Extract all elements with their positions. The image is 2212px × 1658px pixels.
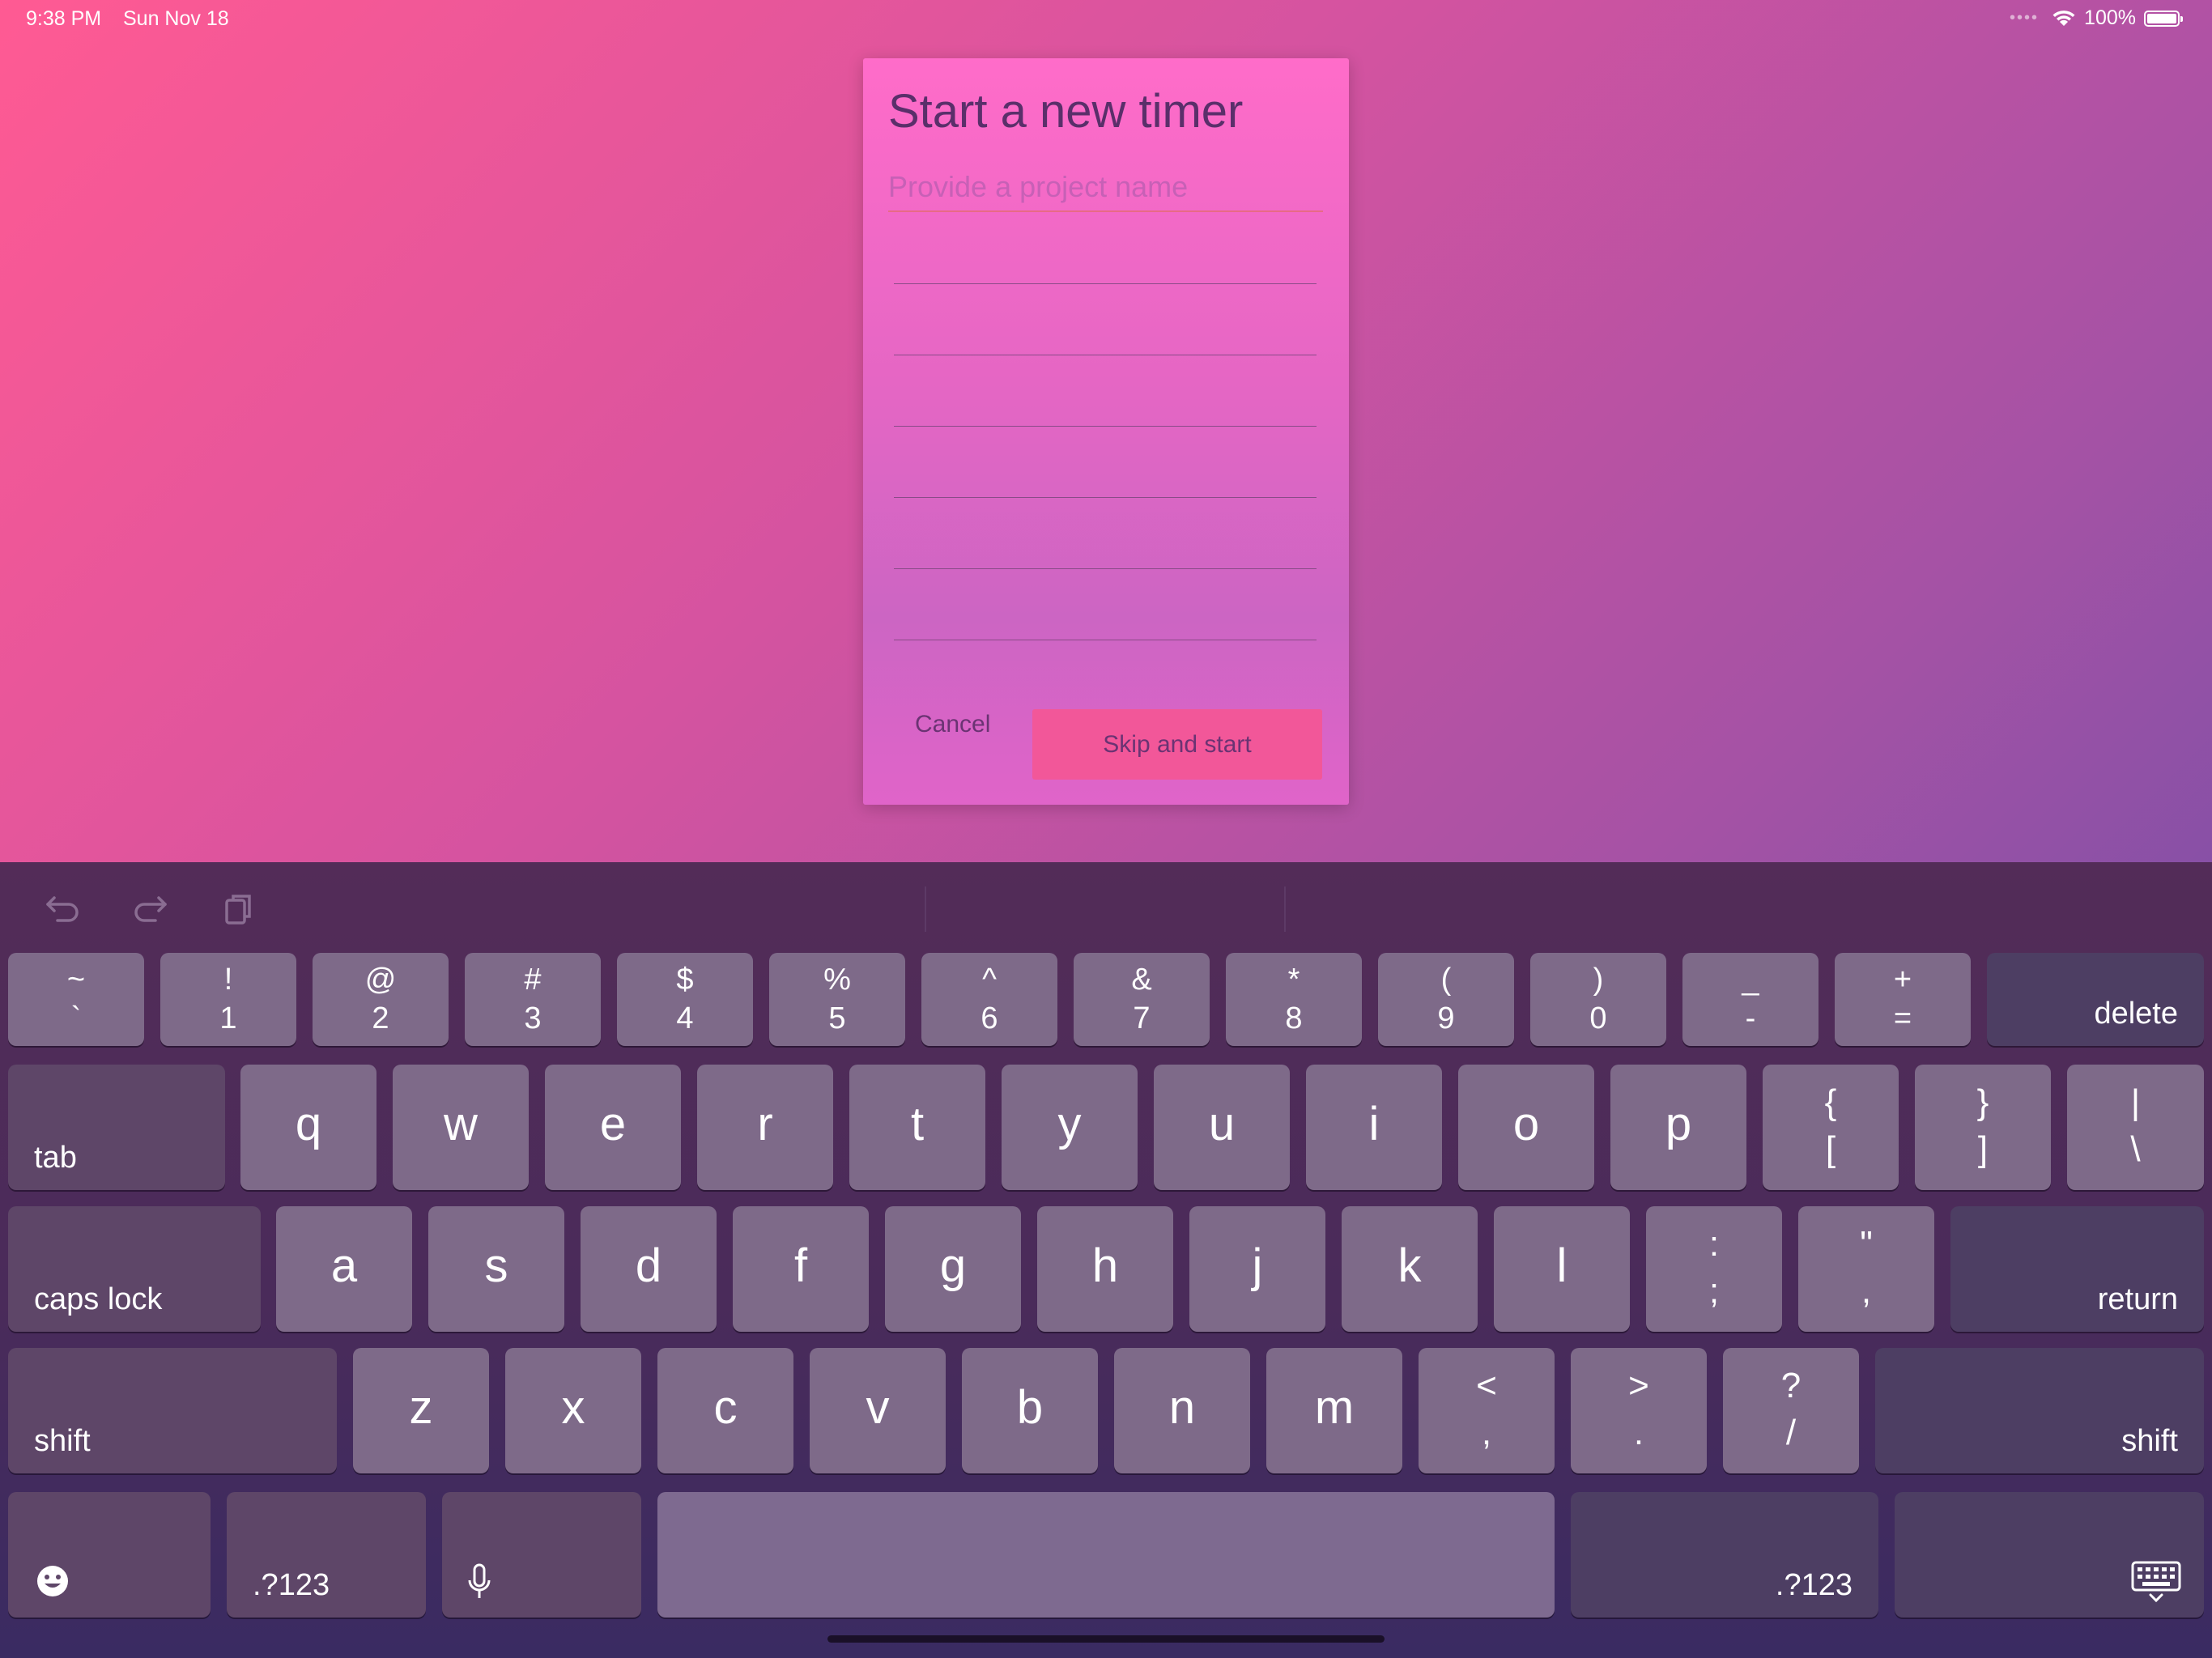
space-bar[interactable] <box>657 1492 1555 1618</box>
cancel-button[interactable]: Cancel <box>915 711 990 738</box>
key-backtick[interactable]: ~ ` <box>8 953 144 1046</box>
shift-right-key[interactable]: shift <box>1875 1348 2204 1473</box>
key-m[interactable]: m <box>1266 1348 1402 1473</box>
tab-key[interactable]: tab <box>8 1065 225 1190</box>
key-d[interactable]: d <box>581 1206 717 1332</box>
dismiss-keyboard-key[interactable] <box>1895 1492 2204 1618</box>
key-s[interactable]: s <box>428 1206 564 1332</box>
key-right-bracket[interactable]: }] <box>1915 1065 2051 1190</box>
numbers-right-key[interactable]: .?123 <box>1571 1492 1878 1618</box>
key-6[interactable]: ^ 6 <box>921 953 1057 1046</box>
key-f[interactable]: f <box>733 1206 869 1332</box>
key-equals[interactable]: + = <box>1835 953 1971 1046</box>
note-line <box>894 568 1317 569</box>
key-comma[interactable]: <, <box>1419 1348 1555 1473</box>
key-b[interactable]: b <box>962 1348 1098 1473</box>
paste-icon[interactable] <box>214 886 262 932</box>
multitasking-dots-icon: •••• <box>2010 9 2040 27</box>
key-x[interactable]: x <box>505 1348 641 1473</box>
note-line <box>894 426 1317 427</box>
microphone-key[interactable] <box>442 1492 641 1618</box>
skip-and-start-button[interactable]: Skip and start <box>1032 709 1322 780</box>
microphone-icon <box>468 1563 491 1598</box>
key-u[interactable]: u <box>1154 1065 1290 1190</box>
battery-percent: 100% <box>2084 6 2136 29</box>
key-1[interactable]: ! 1 <box>160 953 296 1046</box>
key-i[interactable]: i <box>1306 1065 1442 1190</box>
project-name-input[interactable] <box>888 164 1323 212</box>
dialog-title: Start a new timer <box>888 85 1244 138</box>
note-line <box>894 283 1317 284</box>
status-time: 9:38 PM <box>26 7 102 30</box>
key-7[interactable]: & 7 <box>1074 953 1210 1046</box>
key-y[interactable]: y <box>1002 1065 1138 1190</box>
key-t[interactable]: t <box>849 1065 985 1190</box>
key-semicolon[interactable]: :; <box>1646 1206 1782 1332</box>
key-o[interactable]: o <box>1458 1065 1594 1190</box>
status-date: Sun Nov 18 <box>123 7 229 30</box>
redo-icon[interactable] <box>125 886 174 932</box>
key-k[interactable]: k <box>1342 1206 1478 1332</box>
key-minus[interactable]: _ - <box>1682 953 1819 1046</box>
key-q[interactable]: q <box>240 1065 376 1190</box>
shift-left-key[interactable]: shift <box>8 1348 337 1473</box>
key-left-bracket[interactable]: {[ <box>1763 1065 1899 1190</box>
key-4[interactable]: $4 <box>617 953 753 1046</box>
key-backslash[interactable]: | \ <box>2067 1065 2204 1190</box>
key-z[interactable]: z <box>353 1348 489 1473</box>
keyboard: ~ ` ! 1 @2 #3 $4 % 5 ^ 6 & 7 * 8 (9 ) 0 _ - + = d… <box>0 862 2212 1658</box>
keyboard-dismiss-icon <box>2131 1561 2181 1603</box>
key-r[interactable]: r <box>697 1065 833 1190</box>
return-key[interactable]: return <box>1950 1206 2204 1332</box>
caps-lock-key[interactable]: caps lock <box>8 1206 261 1332</box>
battery-icon <box>2144 10 2183 27</box>
key-slash[interactable]: ? / <box>1723 1348 1859 1473</box>
emoji-key[interactable] <box>8 1492 211 1618</box>
key-e[interactable]: e <box>545 1065 681 1190</box>
new-timer-dialog: Start a new timer Cancel Skip and start <box>863 58 1349 805</box>
home-indicator[interactable] <box>827 1635 1385 1643</box>
key-n[interactable]: n <box>1114 1348 1250 1473</box>
toolbar-divider <box>1284 886 1286 932</box>
key-w[interactable]: w <box>393 1065 529 1190</box>
key-8[interactable]: * 8 <box>1226 953 1362 1046</box>
key-quote[interactable]: ", <box>1798 1206 1934 1332</box>
key-v[interactable]: v <box>810 1348 946 1473</box>
delete-key[interactable]: delete <box>1987 953 2204 1046</box>
key-9[interactable]: (9 <box>1378 953 1514 1046</box>
undo-icon[interactable] <box>39 886 87 932</box>
key-l[interactable]: l <box>1494 1206 1630 1332</box>
key-period[interactable]: >. <box>1571 1348 1707 1473</box>
emoji-icon <box>37 1566 68 1596</box>
toolbar-divider <box>925 886 926 932</box>
key-h[interactable]: h <box>1037 1206 1173 1332</box>
key-a[interactable]: a <box>276 1206 412 1332</box>
status-right: •••• 100% <box>2010 6 2183 30</box>
key-c[interactable]: c <box>657 1348 793 1473</box>
wifi-icon <box>2052 10 2075 26</box>
status-bar: 9:38 PM Sun Nov 18 •••• 100% <box>0 0 2212 39</box>
key-3[interactable]: #3 <box>465 953 601 1046</box>
key-0[interactable]: ) 0 <box>1530 953 1666 1046</box>
key-g[interactable]: g <box>885 1206 1021 1332</box>
key-5[interactable]: % 5 <box>769 953 905 1046</box>
key-2[interactable]: @2 <box>313 953 449 1046</box>
key-j[interactable]: j <box>1189 1206 1325 1332</box>
key-p[interactable]: p <box>1610 1065 1746 1190</box>
note-line <box>894 497 1317 498</box>
numbers-left-key[interactable]: .?123 <box>227 1492 426 1618</box>
